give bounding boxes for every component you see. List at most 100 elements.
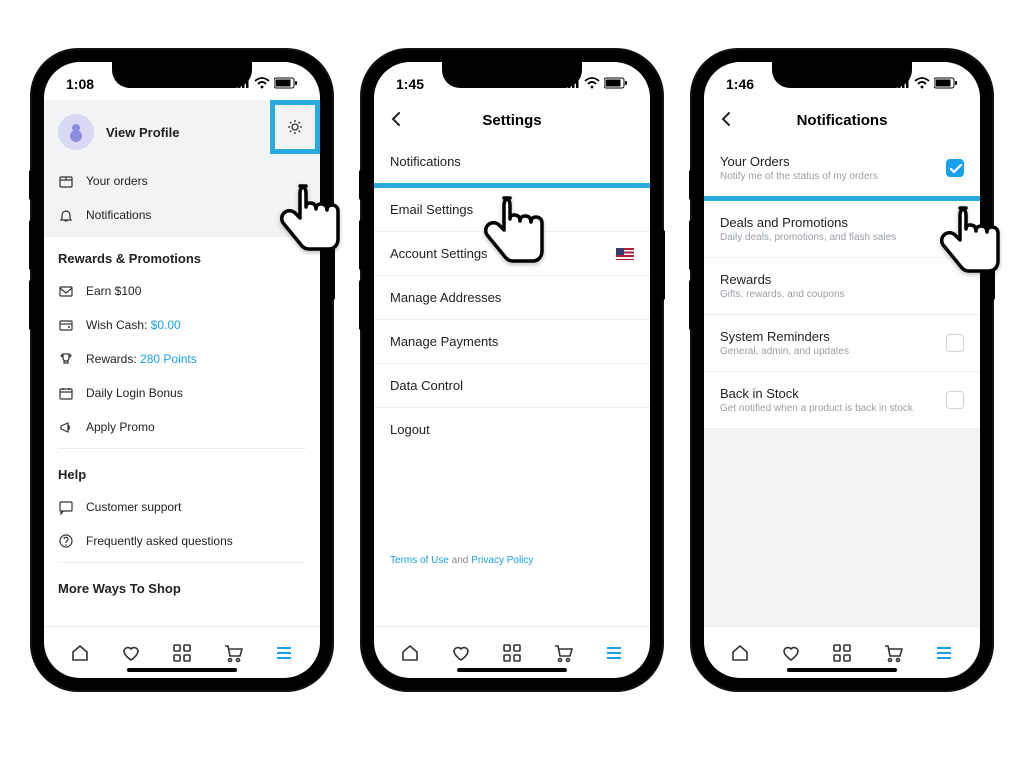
row-label: Manage Addresses [390, 290, 501, 305]
row-label: Back in Stock [720, 386, 913, 401]
nav-header: Settings [374, 100, 650, 140]
row-sub: General, admin, and updates [720, 346, 849, 357]
phone-frame-1: 1:08 View Profile Your orders [32, 50, 332, 690]
wifi-icon [254, 76, 270, 92]
cart-icon [883, 643, 903, 663]
settings-notifications[interactable]: Notifications [374, 140, 650, 188]
help-customer-support[interactable]: Customer support [44, 490, 320, 524]
row-label: Earn $100 [86, 284, 141, 298]
menu-icon [934, 643, 954, 663]
row-label: Manage Payments [390, 334, 498, 349]
row-label: Apply Promo [86, 420, 155, 434]
screen-1: 1:08 View Profile Your orders [44, 62, 320, 678]
battery-icon [604, 76, 628, 92]
us-flag-icon [616, 248, 634, 260]
notch [442, 62, 582, 88]
megaphone-icon [58, 419, 74, 435]
row-label: Data Control [390, 378, 463, 393]
row-label: Daily Login Bonus [86, 386, 183, 400]
home-indicator[interactable] [457, 668, 567, 672]
tab-menu[interactable] [602, 641, 626, 665]
box-icon [58, 173, 74, 189]
wifi-icon [584, 76, 600, 92]
rewards-earn[interactable]: Earn $100 [44, 274, 320, 308]
battery-icon [934, 76, 958, 92]
rewards-wishcash[interactable]: Wish Cash: $0.00 [44, 308, 320, 342]
tap-pointer-icon [938, 200, 1008, 280]
help-faq[interactable]: Frequently asked questions [44, 524, 320, 558]
view-profile-row[interactable]: View Profile [44, 100, 320, 164]
cart-icon [223, 643, 243, 663]
checkmark-icon [948, 161, 962, 175]
calendar-icon [58, 385, 74, 401]
menu-label: Your orders [86, 174, 148, 188]
notif-your-orders[interactable]: Your Orders Notify me of the status of m… [704, 140, 980, 201]
nav-header: Notifications [704, 100, 980, 140]
settings-data-control[interactable]: Data Control [374, 364, 650, 408]
tab-wishlist[interactable] [449, 641, 473, 665]
and-text: and [449, 555, 471, 566]
grid-icon [502, 643, 522, 663]
row-label: Customer support [86, 500, 181, 514]
tab-categories[interactable] [830, 641, 854, 665]
tab-categories[interactable] [170, 641, 194, 665]
home-indicator[interactable] [787, 668, 897, 672]
phone-frame-2: 1:45 Settings Notifications Email Settin… [362, 50, 662, 690]
status-time: 1:08 [66, 76, 94, 92]
tab-categories[interactable] [500, 641, 524, 665]
tab-cart[interactable] [221, 641, 245, 665]
tab-menu[interactable] [932, 641, 956, 665]
rewards-daily-login[interactable]: Daily Login Bonus [44, 376, 320, 410]
row-value: 280 Points [140, 352, 197, 366]
settings-addresses[interactable]: Manage Addresses [374, 276, 650, 320]
row-label: Frequently asked questions [86, 534, 233, 548]
tab-home[interactable] [728, 641, 752, 665]
chat-icon [58, 499, 74, 515]
rewards-points[interactable]: Rewards: 280 Points [44, 342, 320, 376]
row-prefix: Rewards: [86, 352, 140, 366]
settings-logout[interactable]: Logout [374, 408, 650, 451]
tap-pointer-icon [278, 178, 348, 258]
heart-icon [781, 643, 801, 663]
terms-link[interactable]: Terms of Use [390, 555, 449, 566]
row-sub: Daily deals, promotions, and flash sales [720, 232, 896, 243]
checkbox-off[interactable] [946, 391, 964, 409]
back-button[interactable] [718, 110, 734, 132]
row-sub: Gifts, rewards, and coupons [720, 289, 845, 300]
tab-wishlist[interactable] [119, 641, 143, 665]
tab-cart[interactable] [551, 641, 575, 665]
tab-home[interactable] [398, 641, 422, 665]
notif-system[interactable]: System Reminders General, admin, and upda… [704, 315, 980, 372]
question-icon [58, 533, 74, 549]
checkbox-off[interactable] [946, 334, 964, 352]
home-icon [730, 643, 750, 663]
row-label: Email Settings [390, 202, 473, 217]
divider [58, 562, 306, 563]
back-button[interactable] [388, 110, 404, 132]
heart-icon [451, 643, 471, 663]
home-indicator[interactable] [127, 668, 237, 672]
row-label: System Reminders [720, 329, 849, 344]
settings-payments[interactable]: Manage Payments [374, 320, 650, 364]
more-ways-header: More Ways To Shop [44, 567, 320, 604]
card-icon [58, 317, 74, 333]
divider [58, 448, 306, 449]
tab-menu[interactable] [272, 641, 296, 665]
trophy-icon [58, 351, 74, 367]
rewards-apply-promo[interactable]: Apply Promo [44, 410, 320, 444]
mail-icon [58, 283, 74, 299]
avatar [58, 114, 94, 150]
settings-gear-button[interactable] [270, 100, 320, 154]
checkbox-on[interactable] [946, 159, 964, 177]
menu-icon [274, 643, 294, 663]
battery-icon [274, 76, 298, 92]
tab-home[interactable] [68, 641, 92, 665]
notch [112, 62, 252, 88]
menu-icon [604, 643, 624, 663]
tab-cart[interactable] [881, 641, 905, 665]
screen-3: 1:46 Notifications Your Orders Notify me… [704, 62, 980, 678]
tab-wishlist[interactable] [779, 641, 803, 665]
privacy-link[interactable]: Privacy Policy [471, 555, 533, 566]
notif-back-in-stock[interactable]: Back in StockGet notified when a product… [704, 372, 980, 429]
menu-label: Notifications [86, 208, 151, 222]
